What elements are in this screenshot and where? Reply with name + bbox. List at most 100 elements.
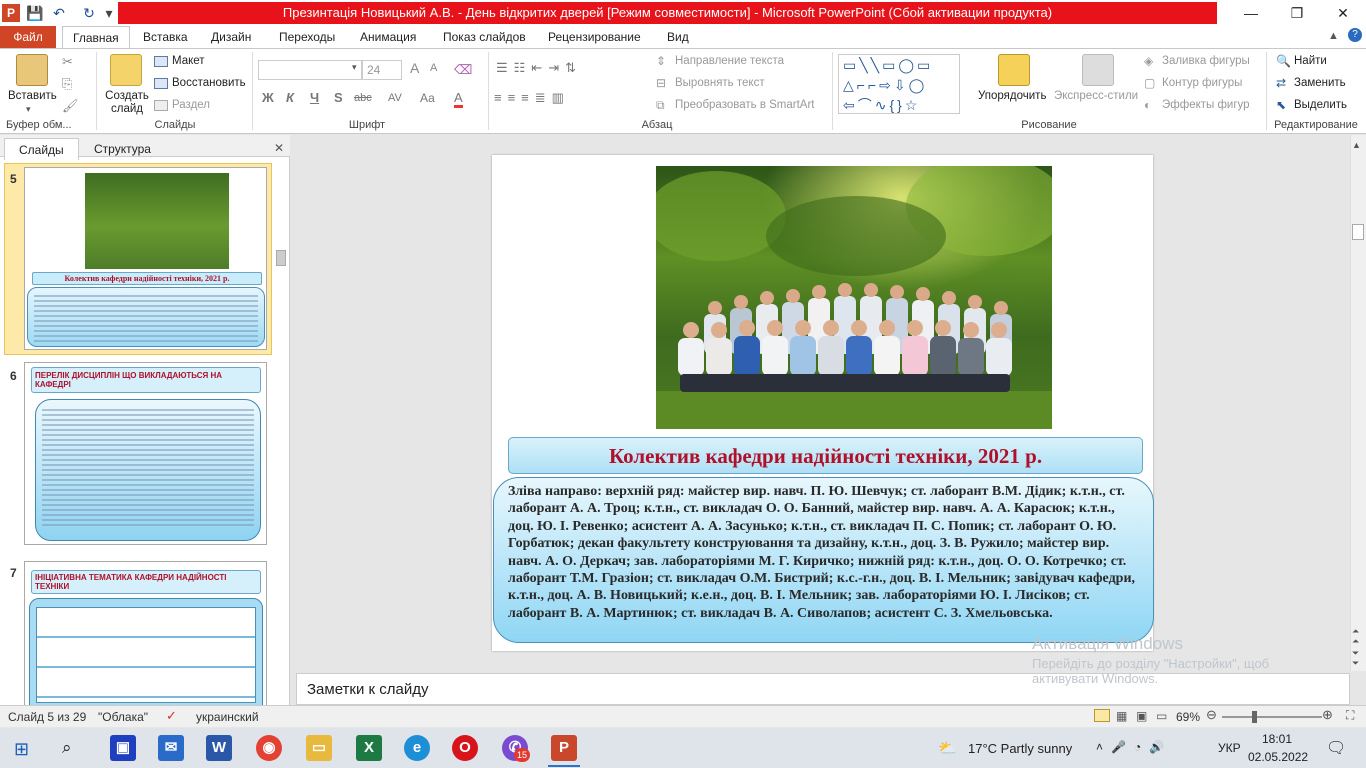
character-spacing-icon[interactable]: AV — [388, 92, 402, 104]
select-button[interactable]: Выделить — [1294, 99, 1347, 111]
font-color-button[interactable]: А — [454, 90, 463, 108]
save-icon[interactable]: 💾 — [26, 4, 44, 22]
bold-button[interactable]: Ж — [262, 90, 274, 105]
opera-icon[interactable]: O — [452, 735, 478, 761]
paste-button[interactable]: Вставить — [8, 90, 57, 102]
customize-qat-icon[interactable]: ▾ — [100, 4, 118, 22]
save-app-icon[interactable]: ▣ — [110, 735, 136, 761]
list-buttons[interactable]: ☰☷⇤⇥⇅ — [496, 60, 582, 76]
layout-button[interactable]: Макет — [172, 55, 205, 67]
new-slide-button[interactable]: Создать слайд — [104, 90, 150, 116]
editor-scrollbar[interactable] — [1350, 135, 1366, 671]
align-text-button[interactable]: Выровнять текст — [675, 77, 765, 89]
zoom-slider-track[interactable] — [1222, 716, 1322, 718]
text-direction-button[interactable]: Направление текста — [675, 55, 784, 67]
zoom-out-icon[interactable]: ⊖ — [1206, 707, 1217, 723]
arrange-icon[interactable] — [998, 54, 1030, 86]
fit-slide-icon[interactable]: ⛶ — [1346, 708, 1354, 723]
close-icon[interactable]: ✕ — [1320, 0, 1366, 26]
grow-font-icon[interactable]: А — [410, 60, 419, 76]
tab-slideshow[interactable]: Показ слайдов — [433, 26, 536, 48]
shadow-button[interactable]: S — [334, 90, 343, 105]
help-icon[interactable]: ? — [1348, 28, 1362, 42]
edge-icon[interactable]: e — [404, 735, 430, 761]
powerpoint-app-icon[interactable]: P — [2, 4, 20, 22]
zoom-in-icon[interactable]: ⊕ — [1322, 707, 1333, 723]
group-photo[interactable] — [656, 166, 1052, 429]
chrome-icon[interactable]: ◉ — [256, 735, 282, 761]
smartart-button[interactable]: Преобразовать в SmartArt — [675, 99, 815, 111]
shape-fill-button[interactable]: Заливка фигуры — [1162, 55, 1250, 67]
normal-view-icon[interactable] — [1094, 709, 1110, 722]
font-family-combo[interactable] — [258, 60, 362, 80]
search-icon[interactable]: ⌕ — [62, 738, 72, 758]
word-icon[interactable]: W — [206, 735, 232, 761]
font-size-combo[interactable]: 24 — [362, 60, 402, 80]
notifications-icon[interactable]: 🗨 — [1326, 738, 1346, 758]
quick-styles-icon[interactable] — [1082, 54, 1114, 86]
prev-slide-icon[interactable]: ⏶ ⏶ — [1352, 626, 1359, 646]
paste-icon[interactable] — [16, 54, 48, 86]
copy-icon[interactable]: ⎘ — [62, 76, 72, 92]
shape-effects-button[interactable]: Эффекты фигур — [1162, 99, 1250, 111]
tab-view[interactable]: Вид — [657, 26, 699, 48]
quick-styles-button[interactable]: Экспресс-стили — [1054, 90, 1138, 102]
shapes-gallery[interactable]: ▭╲╲▭◯▭ △⌐⌐⇨⇩◯ ⇦⌒∿{}☆ — [838, 54, 960, 114]
slide-thumbnail-6[interactable]: ПЕРЕЛІК ДИСЦИПЛІН ЩО ВИКЛАДАЮТЬСЯ НА КАФ… — [24, 362, 267, 545]
align-buttons[interactable]: ≡≡≡≣▥ — [494, 90, 570, 106]
tray-icons[interactable]: ˄🎤◔🔊 — [1096, 740, 1172, 754]
clock-date[interactable]: 02.05.2022 — [1248, 750, 1308, 764]
font-family-dropdown-icon[interactable]: ▾ — [352, 62, 357, 73]
windows-start-icon[interactable]: ⊞ — [14, 739, 29, 760]
slideshow-icon[interactable]: ▭ — [1156, 709, 1167, 723]
tab-slides[interactable]: Слайды — [4, 138, 79, 160]
cut-icon[interactable]: ✂ — [62, 54, 73, 70]
slide-thumbnail-5[interactable]: Колектив кафедри надійності техніки, 202… — [24, 167, 267, 350]
tab-home[interactable]: Главная — [62, 26, 130, 48]
reading-view-icon[interactable]: ▣ — [1136, 709, 1147, 723]
pane-scroll-thumb[interactable] — [276, 250, 286, 266]
paste-dropdown-icon[interactable]: ▾ — [26, 104, 31, 115]
tab-animation[interactable]: Анимация — [350, 26, 426, 48]
tab-file[interactable]: Файл — [0, 26, 56, 48]
powerpoint-taskbar-icon[interactable]: P — [551, 735, 577, 761]
undo-icon[interactable]: ↶ — [50, 4, 68, 22]
slide-caption[interactable]: Колектив кафедри надійності техніки, 202… — [508, 437, 1143, 474]
reset-button[interactable]: Восстановить — [172, 77, 246, 89]
spellcheck-icon[interactable]: ✓ — [166, 708, 177, 724]
minimize-icon[interactable]: — — [1228, 0, 1274, 26]
shape-outline-button[interactable]: Контур фигуры — [1162, 77, 1242, 89]
keyboard-language[interactable]: УКР — [1218, 741, 1241, 755]
italic-button[interactable]: К — [286, 90, 294, 105]
section-button[interactable]: Раздел — [172, 99, 210, 111]
ribbon-collapse-icon[interactable]: ▲ — [1328, 30, 1339, 42]
find-button[interactable]: Найти — [1294, 55, 1327, 67]
underline-button[interactable]: Ч — [310, 90, 319, 105]
weather-icon[interactable]: ⛅ — [938, 739, 957, 757]
tab-insert[interactable]: Вставка — [133, 26, 198, 48]
zoom-level[interactable]: 69% — [1176, 710, 1200, 724]
strikethrough-button[interactable]: abc — [354, 92, 372, 104]
new-slide-icon[interactable] — [110, 54, 142, 86]
tab-transitions[interactable]: Переходы — [269, 26, 345, 48]
language-indicator[interactable]: украинский — [196, 710, 259, 724]
change-case-button[interactable]: Аа — [420, 91, 435, 105]
arrange-button[interactable]: Упорядочить — [978, 90, 1046, 102]
excel-icon[interactable]: X — [356, 735, 382, 761]
redo-icon[interactable]: ↻ — [80, 4, 98, 22]
scroll-thumb[interactable] — [1352, 224, 1364, 240]
slide-description[interactable]: Зліва направо: верхній ряд: майстер вир.… — [493, 477, 1154, 643]
weather-text[interactable]: 17°C Partly sunny — [968, 741, 1072, 756]
shrink-font-icon[interactable]: А — [430, 62, 437, 74]
format-painter-icon[interactable]: 🖌 — [62, 98, 79, 114]
tab-review[interactable]: Рецензирование — [538, 26, 651, 48]
replace-button[interactable]: Заменить — [1294, 77, 1346, 89]
clock-time[interactable]: 18:01 — [1256, 732, 1298, 746]
file-explorer-icon[interactable]: ▭ — [306, 735, 332, 761]
tab-design[interactable]: Дизайн — [201, 26, 261, 48]
next-slide-icon[interactable]: ⏷ ⏷ — [1352, 648, 1359, 668]
close-pane-icon[interactable]: ✕ — [274, 141, 284, 155]
mail-icon[interactable]: ✉ — [158, 735, 184, 761]
zoom-slider-thumb[interactable] — [1252, 711, 1257, 723]
tab-outline[interactable]: Структура — [80, 138, 165, 160]
